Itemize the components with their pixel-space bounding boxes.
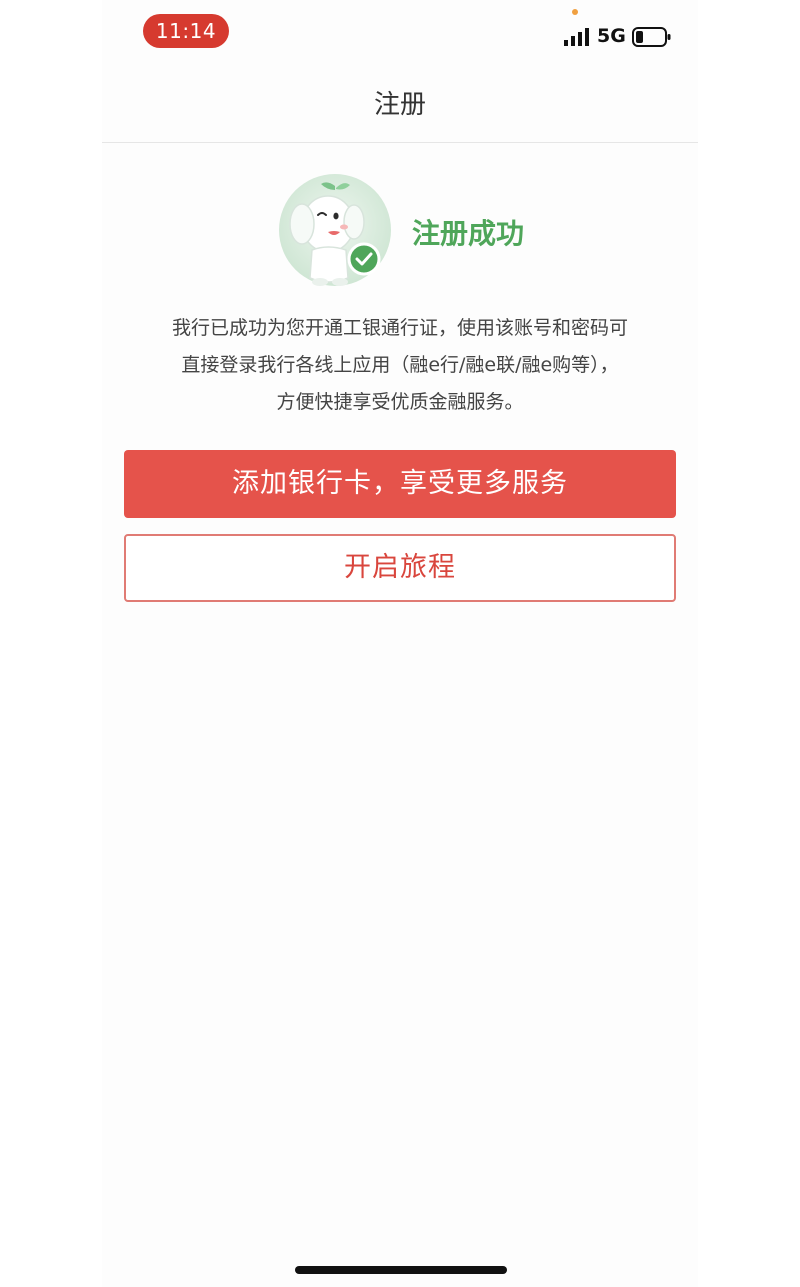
add-bank-card-button[interactable]: 添加银行卡，享受更多服务 — [124, 450, 676, 518]
page: 11:14 5G 注册 注册成功 我行已成功为您开通工银通行证，使用该账号和密码… — [0, 0, 800, 1287]
elephant-mascot-checkmark-icon — [279, 174, 391, 286]
start-journey-button[interactable]: 开启旅程 — [124, 534, 676, 602]
description-line: 直接登录我行各线上应用（融e行/融e联/融e购等）， — [181, 354, 619, 376]
page-title: 注册 — [373, 90, 426, 120]
description-line: 方便快捷享受优质金融服务。 — [276, 391, 524, 413]
privacy-indicator-dot — [572, 9, 578, 15]
success-title: 注册成功 — [412, 217, 525, 250]
status-bar: 11:14 5G — [102, 0, 698, 70]
cellular-signal-icon — [564, 28, 589, 46]
nav-bar: 注册 — [102, 70, 698, 143]
phone-screen: 11:14 5G 注册 注册成功 我行已成功为您开通工银通行证，使用该账号和密码… — [102, 0, 698, 1287]
battery-low-icon — [632, 27, 671, 47]
success-description: 我行已成功为您开通工银通行证，使用该账号和密码可 直接登录我行各线上应用（融e行… — [122, 310, 678, 421]
description-line: 我行已成功为您开通工银通行证，使用该账号和密码可 — [171, 317, 628, 339]
status-time: 11:14 — [143, 14, 229, 48]
home-indicator[interactable] — [295, 1266, 507, 1274]
network-type: 5G — [597, 25, 626, 47]
